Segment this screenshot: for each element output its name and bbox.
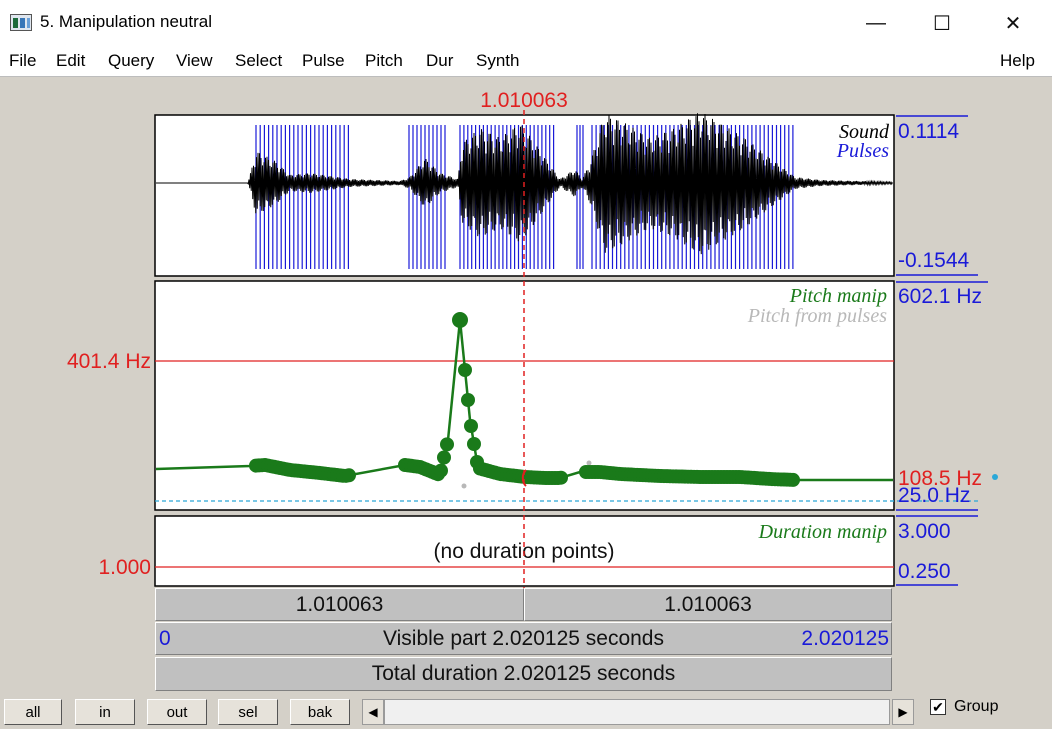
cursor-time-label: 1.010063 xyxy=(480,89,568,112)
visible-part-label: Visible part 2.020125 seconds xyxy=(383,626,664,650)
pitch-point[interactable] xyxy=(461,393,475,407)
pitch-reference-label: 401.4 Hz xyxy=(67,350,151,373)
zoom-all-button[interactable]: all xyxy=(4,699,62,725)
pitch-manip-legend: Pitch manip xyxy=(789,285,887,307)
pitch-from-pulses-point xyxy=(586,460,592,466)
horizontal-scrollbar[interactable] xyxy=(384,699,890,725)
pitch-top-label: 602.1 Hz xyxy=(898,285,982,308)
sound-max-label: 0.1114 xyxy=(898,120,959,143)
duration-reference-label: 1.000 xyxy=(98,556,151,579)
pitch-point[interactable] xyxy=(786,472,800,487)
menu-pitch[interactable]: Pitch xyxy=(365,51,403,71)
sound-min-label: -0.1544 xyxy=(898,249,970,272)
pitch-from-pulses-legend: Pitch from pulses xyxy=(747,305,887,327)
duration-top-label: 3.000 xyxy=(898,520,951,543)
window-title: 5. Manipulation neutral xyxy=(40,12,213,31)
pitch-point[interactable] xyxy=(437,450,451,465)
group-checkbox[interactable]: ✔ xyxy=(930,699,946,715)
menu-bar: File Edit Query View Select Pulse Pitch … xyxy=(0,46,1052,77)
timebar-visible-part[interactable]: 0 Visible part 2.020125 seconds 2.020125 xyxy=(155,622,892,655)
pitch-point[interactable] xyxy=(458,363,472,377)
title-bar: 5. Manipulation neutral — ☐ ✕ xyxy=(0,0,1052,46)
zoom-out-button[interactable]: out xyxy=(147,699,207,725)
timebar-total-duration[interactable]: Total duration 2.020125 seconds xyxy=(155,657,892,691)
menu-edit[interactable]: Edit xyxy=(56,51,85,71)
group-label: Group xyxy=(954,698,999,715)
menu-file[interactable]: File xyxy=(9,51,36,71)
pitch-point[interactable] xyxy=(342,468,356,483)
pitch-point[interactable] xyxy=(440,437,454,452)
timebar-left-label: 1.010063 xyxy=(295,592,384,616)
praat-app-icon xyxy=(10,14,32,31)
pitch-point[interactable] xyxy=(464,419,478,433)
minimize-button[interactable]: — xyxy=(853,0,899,46)
menu-dur[interactable]: Dur xyxy=(426,51,453,71)
visible-start-label: 0 xyxy=(159,626,171,650)
bottom-toolbar: all in out sel bak ◀ ▶ ✔ Group xyxy=(0,693,1052,729)
close-button[interactable]: ✕ xyxy=(990,0,1036,46)
scroll-left-arrow-icon[interactable]: ◀ xyxy=(362,699,384,725)
timebar-right-segment[interactable]: 1.010063 xyxy=(524,588,892,621)
zoom-in-button[interactable]: in xyxy=(75,699,135,725)
duration-bottom-label: 0.250 xyxy=(898,560,951,583)
pitch-point[interactable] xyxy=(554,470,568,485)
pitch-point[interactable] xyxy=(434,463,448,478)
maximize-button[interactable]: ☐ xyxy=(919,0,965,46)
pitch-point[interactable] xyxy=(467,437,481,451)
menu-select[interactable]: Select xyxy=(235,51,282,71)
zoom-sel-button[interactable]: sel xyxy=(218,699,278,725)
timebar-left-segment[interactable]: 1.010063 xyxy=(155,588,524,621)
menu-help[interactable]: Help xyxy=(1000,51,1035,71)
pulses-legend-label: Pulses xyxy=(836,140,889,162)
menu-view[interactable]: View xyxy=(176,51,213,71)
total-duration-label: Total duration 2.020125 seconds xyxy=(371,662,676,685)
zoom-back-button[interactable]: bak xyxy=(290,699,350,725)
editor-area[interactable]: 1.010063 Sound Pulses 0.1114 -0.1544 Pit… xyxy=(0,77,1052,693)
pitch-cursor-dot xyxy=(992,474,998,480)
pitch-from-pulses-point xyxy=(461,483,467,489)
scroll-right-arrow-icon[interactable]: ▶ xyxy=(892,699,914,725)
pitch-point[interactable] xyxy=(452,312,468,328)
menu-query[interactable]: Query xyxy=(108,51,154,71)
menu-synth[interactable]: Synth xyxy=(476,51,519,71)
duration-manip-legend: Duration manip xyxy=(758,521,887,543)
menu-pulse[interactable]: Pulse xyxy=(302,51,345,71)
pitch-bottom-label: 25.0 Hz xyxy=(898,484,970,507)
visible-end-label: 2.020125 xyxy=(801,626,889,650)
timebar-right-label: 1.010063 xyxy=(664,592,752,616)
